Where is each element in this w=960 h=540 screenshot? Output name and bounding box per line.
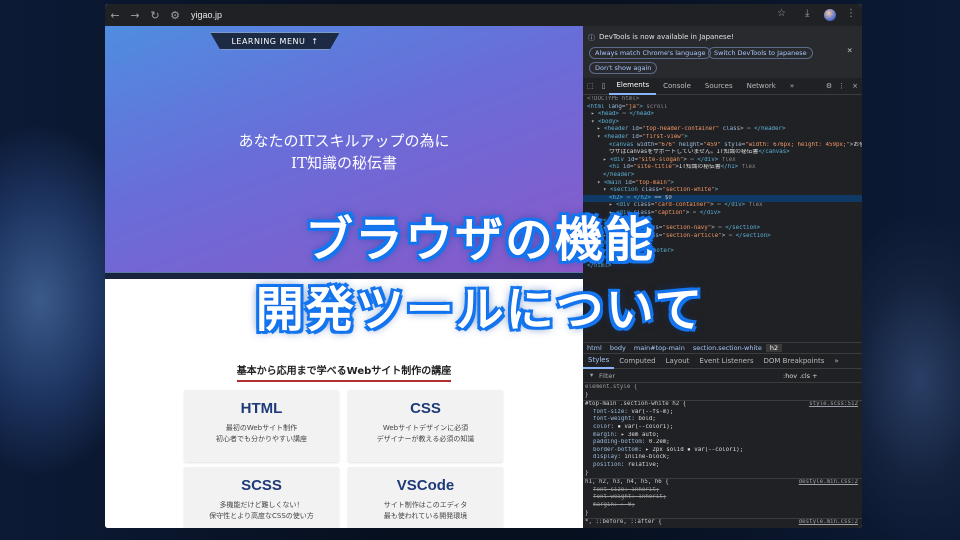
section-heading-text: 基本から応用まで学べるWebサイト制作の講座	[236, 362, 452, 382]
address-bar[interactable]: yigao.jp	[191, 10, 222, 20]
tab-network[interactable]: Network	[740, 78, 783, 94]
breadcrumb-html[interactable]: html	[583, 344, 606, 352]
card-desc-1: 多機能だけど難しくない！	[219, 501, 304, 509]
card-vscode[interactable]: VSCode サイト制作はこのエディタ 最も使われている開発環境	[348, 467, 503, 528]
card-title: HTML	[240, 400, 283, 417]
tab-console[interactable]: Console	[656, 78, 698, 94]
learning-menu-label: LEARNING MENU	[231, 36, 306, 46]
card-desc-2: 保守性とより高度なCSSの使い方	[209, 512, 314, 520]
filter-input[interactable]: Filter	[599, 372, 615, 380]
overlay-title-line2: 開発ツールについて	[255, 282, 705, 338]
info-text: DevTools is now available in Japanese!	[599, 33, 734, 41]
card-title: SCSS	[241, 477, 282, 494]
overlay-title-line1: ブラウザの機能	[304, 212, 655, 268]
more-tabs-icon[interactable]: »	[783, 78, 801, 94]
breadcrumb: html body main#top-main section.section-…	[583, 342, 862, 354]
tab-styles[interactable]: Styles	[583, 354, 615, 369]
devtools-tabs: ⬚ ▯ Elements Console Sources Network » ⚙…	[583, 78, 862, 95]
back-icon[interactable]: ←	[105, 9, 125, 22]
learning-menu-button[interactable]: LEARNING MENU ↑	[210, 32, 340, 50]
card-desc-2: デザイナーが教える必須の知識	[376, 435, 475, 443]
card-scss[interactable]: SCSS 多機能だけど難しくない！ 保守性とより高度なCSSの使い方	[184, 467, 339, 528]
section-heading: 基本から応用まで学べるWebサイト制作の講座	[105, 359, 583, 382]
match-language-button[interactable]: Always match Chrome's language	[589, 47, 712, 59]
card-desc-1: サイト制作はこのエディタ	[383, 501, 468, 509]
settings-icon[interactable]: ⚙	[823, 78, 835, 94]
forward-icon[interactable]: →	[125, 9, 145, 22]
breadcrumb-main[interactable]: main#top-main	[630, 344, 689, 352]
arrow-up-icon: ↑	[311, 36, 319, 46]
card-html[interactable]: HTML 最初のWebサイト制作 初心者でも分かりやすい講座	[184, 390, 339, 462]
filter-icon: ▾	[590, 371, 594, 379]
tab-layout[interactable]: Layout	[661, 355, 695, 368]
site-slogan: あなたのITスキルアップの為に	[238, 132, 450, 150]
browser-toolbar: ← → ↻ ⚙ yigao.jp ☆ ⤓ ⋮	[105, 4, 862, 26]
tab-elements[interactable]: Elements	[609, 77, 657, 95]
tab-event-listeners[interactable]: Event Listeners	[694, 355, 758, 368]
style-tools[interactable]: :hov .cls +	[783, 372, 818, 380]
breadcrumb-h2[interactable]: h2	[765, 344, 783, 352]
info-icon: ⓘ	[588, 34, 595, 42]
menu-icon[interactable]: ⋮	[846, 8, 856, 19]
card-desc-1: 最初のWebサイト制作	[225, 424, 298, 432]
reload-icon[interactable]: ↻	[145, 9, 165, 22]
card-title: CSS	[410, 400, 441, 417]
card-desc-1: Webサイトデザインに必須	[382, 424, 469, 432]
styles-pane[interactable]: element.style { } #top-main .section-whi…	[583, 384, 862, 528]
styles-filter-bar: ▾ Filter :hov .cls +	[583, 369, 862, 383]
inspect-icon[interactable]: ⬚	[583, 78, 598, 94]
card-title: VSCode	[396, 477, 455, 494]
breadcrumb-section[interactable]: section.section-white	[689, 344, 766, 352]
card-desc-2: 初心者でも分かりやすい講座	[216, 435, 307, 443]
bookmark-star-icon[interactable]: ☆	[777, 8, 786, 19]
dont-show-button[interactable]: Don't show again	[589, 62, 658, 74]
close-devtools-icon[interactable]: ×	[848, 78, 862, 94]
avatar[interactable]	[824, 9, 836, 21]
kebab-icon[interactable]: ⋮	[835, 78, 848, 94]
close-icon[interactable]: ×	[847, 46, 852, 56]
language-infobar: ⓘ DevTools is now available in Japanese!…	[583, 26, 862, 78]
card-desc-2: 最も使われている開発環境	[383, 512, 468, 520]
site-title: IT知識の秘伝書	[291, 154, 397, 172]
tab-sources[interactable]: Sources	[698, 78, 740, 94]
site-info-icon[interactable]: ⚙	[165, 9, 185, 22]
card-css[interactable]: CSS Webサイトデザインに必須 デザイナーが教える必須の知識	[348, 390, 503, 462]
tab-dom-breakpoints[interactable]: DOM Breakpoints	[759, 355, 830, 368]
switch-japanese-button[interactable]: Switch DevTools to Japanese	[708, 47, 813, 59]
breadcrumb-body[interactable]: body	[606, 344, 630, 352]
more-tabs-icon[interactable]: »	[829, 355, 843, 368]
device-icon[interactable]: ▯	[598, 78, 610, 94]
download-icon[interactable]: ⤓	[805, 8, 809, 19]
tab-computed[interactable]: Computed	[614, 355, 660, 368]
styles-tabs: Styles Computed Layout Event Listeners D…	[583, 355, 862, 369]
